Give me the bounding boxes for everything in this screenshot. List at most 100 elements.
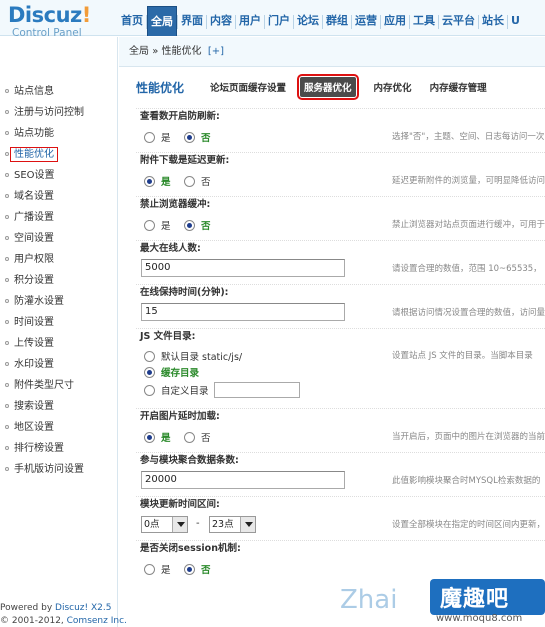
radio-button[interactable] bbox=[184, 563, 195, 575]
setting-online-hold: 在线保持时间(分钟): 15 请根据访问情况设置合理的数值，访问量 bbox=[136, 284, 545, 324]
radio-button[interactable] bbox=[144, 175, 155, 187]
chevron-down-icon[interactable] bbox=[172, 517, 187, 532]
sidebar-item-label: 站点信息 bbox=[14, 86, 54, 97]
radio-yes[interactable]: 是 bbox=[144, 562, 171, 576]
sidebar-item[interactable]: 空间设置 bbox=[0, 228, 118, 249]
chevron-down-icon[interactable] bbox=[240, 517, 255, 532]
setting-title: 开启图片延时加载: bbox=[136, 408, 545, 424]
radio-js-custom[interactable]: 自定义目录 bbox=[144, 382, 300, 398]
radio-button[interactable] bbox=[144, 563, 155, 575]
copyright-brand[interactable]: Comsenz Inc. bbox=[67, 616, 127, 626]
radio-button[interactable] bbox=[184, 175, 195, 187]
radio-js-default[interactable]: 默认目录 static/js/ bbox=[144, 349, 242, 363]
sidebar-item[interactable]: 水印设置 bbox=[0, 354, 118, 375]
radio-button[interactable] bbox=[184, 219, 195, 231]
powered-by-prefix: Powered by bbox=[0, 603, 56, 613]
radio-no[interactable]: 否 bbox=[184, 130, 211, 144]
add-favorite-link[interactable]: [+] bbox=[208, 46, 224, 57]
radio-no[interactable]: 否 bbox=[184, 218, 211, 232]
sidebar-item[interactable]: SEO设置 bbox=[0, 165, 118, 186]
top-nav-tab[interactable]: 云平台 bbox=[439, 6, 478, 36]
sidebar-item[interactable]: 积分设置 bbox=[0, 270, 118, 291]
online-hold-input[interactable]: 15 bbox=[141, 303, 345, 321]
breadcrumb-section[interactable]: 全局 bbox=[129, 46, 149, 57]
radio-no[interactable]: 否 bbox=[184, 430, 211, 444]
sub-tab[interactable]: 内存优化 bbox=[370, 77, 416, 97]
top-nav-tab[interactable]: 内容 bbox=[207, 6, 235, 36]
radio-yes[interactable]: 是 bbox=[144, 218, 171, 232]
sidebar-item[interactable]: 用户权限 bbox=[0, 249, 118, 270]
block-data-count-input[interactable]: 20000 bbox=[141, 471, 345, 489]
top-nav-tab[interactable]: 运营 bbox=[352, 6, 380, 36]
sidebar-item[interactable]: 站点功能 bbox=[0, 123, 118, 144]
top-nav-tab[interactable]: 工具 bbox=[410, 6, 438, 36]
sidebar-item[interactable]: 广播设置 bbox=[0, 207, 118, 228]
radio-button[interactable] bbox=[144, 366, 155, 378]
radio-label: 是 bbox=[161, 433, 171, 444]
setting-title: 最大在线人数: bbox=[136, 240, 545, 256]
radio-button[interactable] bbox=[144, 219, 155, 231]
sub-tab[interactable]: 论坛页面缓存设置 bbox=[206, 77, 290, 97]
radio-button[interactable] bbox=[144, 384, 155, 396]
sidebar-item[interactable]: 性能优化 bbox=[0, 144, 118, 165]
sidebar-item[interactable]: 附件类型尺寸 bbox=[0, 375, 118, 396]
bullet-icon bbox=[5, 467, 9, 471]
radio-yes[interactable]: 是 bbox=[144, 430, 171, 444]
max-online-input[interactable]: 5000 bbox=[141, 259, 345, 277]
radio-no[interactable]: 否 bbox=[184, 174, 211, 188]
radio-button[interactable] bbox=[144, 431, 155, 443]
radio-button[interactable] bbox=[184, 131, 195, 143]
sidebar-item[interactable]: 地区设置 bbox=[0, 417, 118, 438]
radio-no[interactable]: 否 bbox=[184, 562, 211, 576]
sidebar-item[interactable]: 搜索设置 bbox=[0, 396, 118, 417]
powered-by-brand[interactable]: Discuz! X2.5 bbox=[55, 603, 111, 613]
logo-bang: ! bbox=[81, 3, 92, 27]
radio-label: 否 bbox=[201, 133, 211, 144]
logo-wordmark: Discuz! bbox=[8, 4, 118, 26]
top-nav-tab[interactable]: 用户 bbox=[236, 6, 264, 36]
top-nav-tab[interactable]: 首页 bbox=[118, 6, 146, 36]
setting-title: 在线保持时间(分钟): bbox=[136, 284, 545, 300]
sidebar-item[interactable]: 站点信息 bbox=[0, 81, 118, 102]
top-nav-tab[interactable]: 门户 bbox=[265, 6, 293, 36]
top-nav-tab[interactable]: 全局 bbox=[147, 6, 177, 36]
top-nav-tab[interactable]: 群组 bbox=[323, 6, 351, 36]
sidebar-item-label: 站点功能 bbox=[14, 128, 54, 139]
update-from-select[interactable]: 0点 bbox=[141, 516, 188, 533]
sidebar-item[interactable]: 注册与访问控制 bbox=[0, 102, 118, 123]
top-nav-tab[interactable]: 应用 bbox=[381, 6, 409, 36]
sidebar-item-label: 地区设置 bbox=[14, 422, 54, 433]
sidebar-item[interactable]: 排行榜设置 bbox=[0, 438, 118, 459]
top-nav-tab[interactable]: 站长 bbox=[479, 6, 507, 36]
top-nav-tab[interactable]: 论坛 bbox=[294, 6, 322, 36]
radio-js-cache[interactable]: 缓存目录 bbox=[144, 365, 199, 379]
sidebar-item[interactable]: 防灌水设置 bbox=[0, 291, 118, 312]
sidebar-item[interactable]: 时间设置 bbox=[0, 312, 118, 333]
radio-button[interactable] bbox=[184, 431, 195, 443]
sub-tab[interactable]: 服务器优化 bbox=[297, 74, 359, 100]
radio-label: 否 bbox=[201, 177, 211, 188]
sub-tab[interactable]: 内存缓存管理 bbox=[426, 77, 491, 97]
sidebar-item[interactable]: 手机版访问设置 bbox=[0, 459, 118, 480]
top-nav-tab[interactable]: 界面 bbox=[178, 6, 206, 36]
radio-button[interactable] bbox=[144, 131, 155, 143]
setting-tip: 此值影响模块聚合时MYSQL检索数据的 bbox=[392, 476, 541, 486]
bullet-icon bbox=[5, 278, 9, 282]
top-nav-tab[interactable]: U bbox=[508, 6, 523, 36]
custom-js-dir-input[interactable] bbox=[213, 382, 300, 398]
sidebar-item-label: 时间设置 bbox=[14, 317, 54, 328]
update-to-select[interactable]: 23点 bbox=[209, 516, 256, 533]
setting-tip: 请设置合理的数值，范围 10~65535， bbox=[392, 264, 542, 274]
sidebar-item-label: 水印设置 bbox=[14, 359, 54, 370]
bullet-icon bbox=[5, 257, 9, 261]
setting-title: 附件下载是延迟更新: bbox=[136, 152, 545, 168]
radio-yes[interactable]: 是 bbox=[144, 130, 171, 144]
page-title: 性能优化 bbox=[136, 80, 185, 95]
radio-button[interactable] bbox=[144, 350, 155, 362]
setting-block-data-count: 参与模块聚合数据条数: 20000 此值影响模块聚合时MYSQL检索数据的 bbox=[136, 452, 545, 492]
sidebar-item[interactable]: 上传设置 bbox=[0, 333, 118, 354]
radio-yes[interactable]: 是 bbox=[144, 174, 171, 188]
bullet-icon bbox=[5, 446, 9, 450]
sidebar-item-label: 附件类型尺寸 bbox=[14, 380, 74, 391]
sidebar-item[interactable]: 域名设置 bbox=[0, 186, 118, 207]
